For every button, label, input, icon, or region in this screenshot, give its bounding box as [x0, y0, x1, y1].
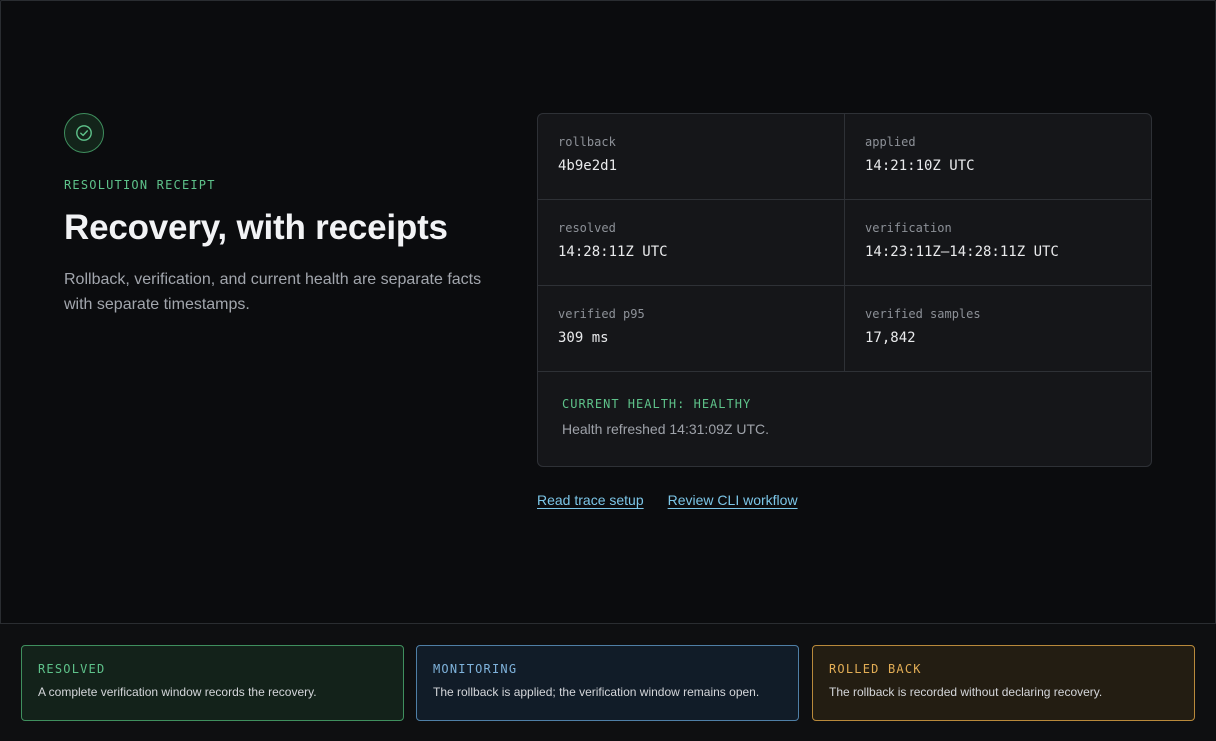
- state-description: A complete verification window records t…: [38, 685, 317, 699]
- field-resolved: resolved 14:28:11Z UTC: [538, 200, 845, 286]
- receipt-fields: rollback 4b9e2d1 applied 14:21:10Z UTC r…: [538, 114, 1151, 372]
- state-name: MONITORING: [433, 662, 518, 676]
- receipt-card: rollback 4b9e2d1 applied 14:21:10Z UTC r…: [537, 113, 1152, 467]
- field-verified-samples: verified samples 17,842: [845, 286, 1151, 372]
- field-value: 14:28:11Z UTC: [558, 244, 668, 260]
- field-value: 17,842: [865, 330, 916, 346]
- page-title: Recovery, with receipts: [64, 208, 448, 247]
- field-value: 309 ms: [558, 330, 609, 346]
- state-card-resolved: RESOLVED A complete verification window …: [21, 645, 404, 721]
- read-trace-setup-link[interactable]: Read trace setup: [537, 492, 644, 508]
- state-name: ROLLED BACK: [829, 662, 922, 676]
- state-description: The rollback is recorded without declari…: [829, 685, 1103, 699]
- field-value: 14:21:10Z UTC: [865, 158, 975, 174]
- field-value: 14:23:11Z–14:28:11Z UTC: [865, 244, 1059, 260]
- state-card-rolled-back: ROLLED BACK The rollback is recorded wit…: [812, 645, 1195, 721]
- state-card-monitoring: MONITORING The rollback is applied; the …: [416, 645, 799, 721]
- state-legend: RESOLVED A complete verification window …: [0, 623, 1216, 741]
- field-label: verified samples: [865, 307, 981, 321]
- eyebrow-label: RESOLUTION RECEIPT: [64, 178, 216, 192]
- field-label: applied: [865, 135, 916, 149]
- field-label: rollback: [558, 135, 616, 149]
- health-refreshed-note: Health refreshed 14:31:09Z UTC.: [562, 421, 769, 437]
- field-value: 4b9e2d1: [558, 158, 618, 174]
- state-description: The rollback is applied; the verificatio…: [433, 685, 760, 699]
- field-verification: verification 14:23:11Z–14:28:11Z UTC: [845, 200, 1151, 286]
- field-applied: applied 14:21:10Z UTC: [845, 114, 1151, 200]
- field-verified-p95: verified p95 309 ms: [538, 286, 845, 372]
- health-panel: CURRENT HEALTH: HEALTHY Health refreshed…: [538, 372, 1151, 466]
- field-label: verification: [865, 221, 952, 235]
- hero-section: RESOLUTION RECEIPT Recovery, with receip…: [64, 113, 504, 317]
- state-name: RESOLVED: [38, 662, 106, 676]
- field-rollback: rollback 4b9e2d1: [538, 114, 845, 200]
- review-cli-workflow-link[interactable]: Review CLI workflow: [668, 492, 798, 508]
- check-circle-icon: [64, 113, 104, 153]
- doc-links: Read trace setup Review CLI workflow: [537, 492, 798, 508]
- field-label: resolved: [558, 221, 616, 235]
- field-label: verified p95: [558, 307, 645, 321]
- page-subtitle: Rollback, verification, and current heal…: [64, 271, 482, 313]
- health-status: CURRENT HEALTH: HEALTHY: [562, 397, 752, 411]
